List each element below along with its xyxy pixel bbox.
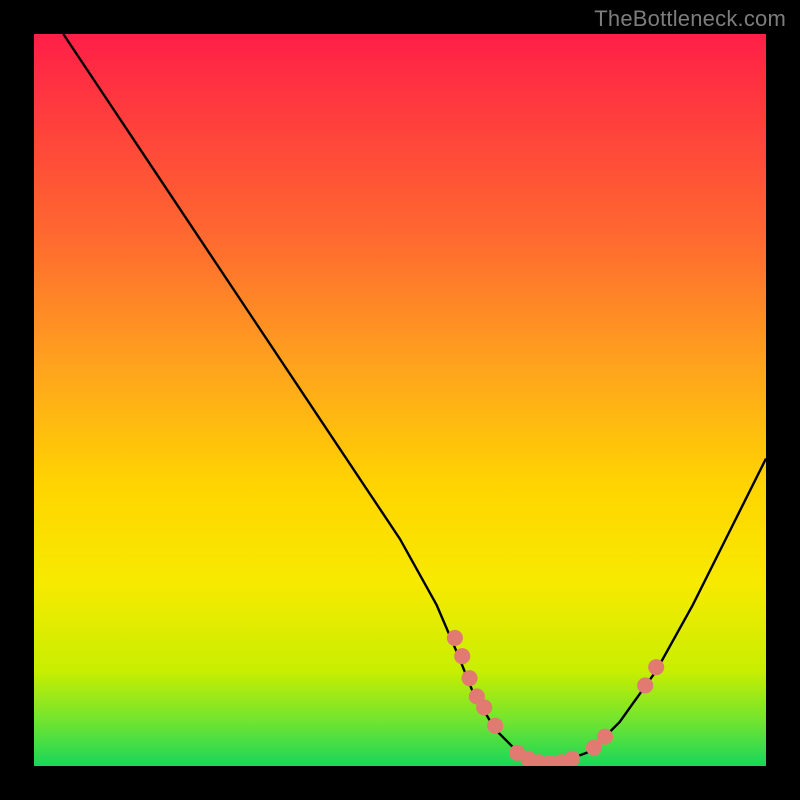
attribution-text: TheBottleneck.com: [594, 6, 786, 32]
marker-dot: [447, 630, 463, 646]
chart-stage: TheBottleneck.com: [0, 0, 800, 800]
marker-dot: [564, 751, 580, 766]
marker-dot: [648, 659, 664, 675]
marker-dot: [637, 677, 653, 693]
marker-dot: [597, 729, 613, 745]
markers-group: [447, 630, 664, 766]
plot-area: [34, 34, 766, 766]
marker-dot: [461, 670, 477, 686]
marker-dot: [476, 699, 492, 715]
marker-dot: [487, 718, 503, 734]
curve-path: [63, 34, 766, 762]
marker-dot: [454, 648, 470, 664]
curve-svg: [34, 34, 766, 766]
